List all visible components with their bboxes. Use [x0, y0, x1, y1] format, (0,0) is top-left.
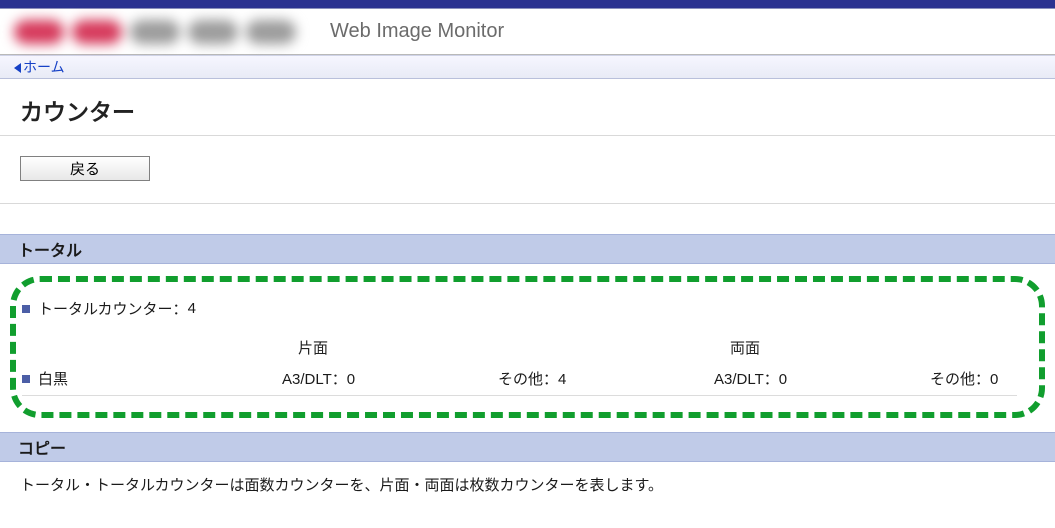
page-title: カウンター [20, 93, 1035, 127]
row-bw-label: 白黒 [38, 368, 68, 389]
cell-duplex-other: その他：0 [930, 368, 998, 389]
top-accent-bar [0, 0, 1055, 9]
copy-note: トータル・トータルカウンターは面数カウンターを、片面・両面は枚数カウンターを表し… [0, 462, 1055, 499]
breadcrumb-home-link[interactable]: ホーム [14, 57, 65, 77]
total-counter-label: トータルカウンター： [38, 298, 188, 319]
section-header-total: トータル [0, 234, 1055, 264]
arrow-left-icon [14, 63, 21, 73]
brand-logo-blurred [14, 20, 296, 44]
section-header-copy-label: コピー [18, 435, 66, 459]
breadcrumb-home-label: ホーム [23, 59, 65, 75]
table-row: 白黒 A3/DLT：0 その他：4 A3/DLT：0 その他：0 [22, 368, 1017, 396]
total-counter-row: トータルカウンター： 4 [22, 298, 1017, 319]
breadcrumb: ホーム [0, 55, 1055, 79]
cell-simplex-other: その他：4 [498, 368, 714, 389]
total-content-block: トータルカウンター： 4 片面 両面 白黒 A3/DLT：0 その他：4 A3/… [10, 276, 1045, 418]
button-row: 戻る [0, 136, 1055, 204]
bullet-icon [22, 375, 30, 383]
section-header-copy: コピー [0, 432, 1055, 462]
cell-duplex-a3: A3/DLT：0 [714, 368, 930, 389]
table-column-headers: 片面 両面 [22, 337, 1017, 358]
col-header-duplex: 両面 [730, 337, 760, 358]
header: Web Image Monitor [0, 9, 1055, 55]
section-header-total-label: トータル [18, 237, 82, 261]
back-button[interactable]: 戻る [20, 156, 150, 181]
page-title-region: カウンター [0, 79, 1055, 136]
cell-simplex-a3: A3/DLT：0 [282, 368, 498, 389]
col-header-simplex: 片面 [298, 337, 730, 358]
total-counter-value: 4 [188, 300, 196, 317]
bullet-icon [22, 305, 30, 313]
app-title: Web Image Monitor [330, 20, 504, 43]
